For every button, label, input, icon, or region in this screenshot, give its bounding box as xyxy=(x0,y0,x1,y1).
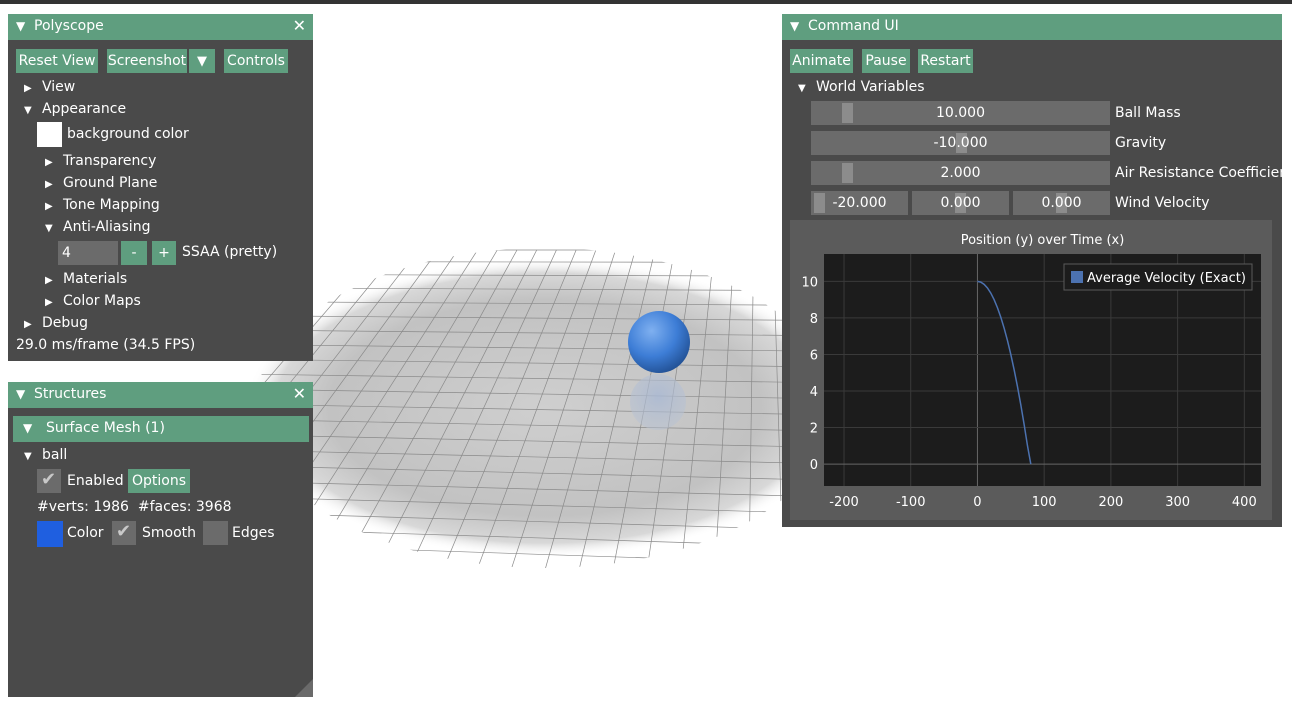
ssaa-label: SSAA (pretty) xyxy=(182,244,278,260)
command-ui-titlebar[interactable]: ▼ Command UI xyxy=(782,14,1282,40)
ground-plane xyxy=(245,243,845,573)
pause-button[interactable]: Pause xyxy=(862,49,910,73)
color-label: Color xyxy=(67,525,104,541)
close-icon[interactable]: ✕ xyxy=(293,384,306,403)
edges-checkbox[interactable] xyxy=(203,521,228,545)
y-tick-label: 2 xyxy=(810,422,818,437)
structures-titlebar[interactable]: ▼ Structures ✕ xyxy=(8,382,313,408)
y-tick-label: 6 xyxy=(810,348,818,363)
enabled-label: Enabled xyxy=(67,473,124,489)
panel-title: Command UI xyxy=(808,18,899,34)
fps-readout: 29.0 ms/frame (34.5 FPS) xyxy=(16,337,196,353)
x-tick-label: 300 xyxy=(1165,495,1190,510)
collapse-triangle-icon[interactable]: ▼ xyxy=(790,19,799,33)
y-tick-label: 4 xyxy=(810,385,818,400)
polyscope-panel: ▼ Polyscope ✕ Reset View Screenshot ▼ Co… xyxy=(8,14,313,361)
y-tick-label: 10 xyxy=(801,275,818,290)
tree-item-color-maps[interactable]: ▶ Color Maps xyxy=(45,291,141,311)
close-icon[interactable]: ✕ xyxy=(293,16,306,35)
x-tick-label: -200 xyxy=(829,495,859,510)
gravity-label: Gravity xyxy=(1115,135,1167,151)
command-ui-panel: ▼ Command UI Animate Pause Restart ▼ Worl… xyxy=(782,14,1282,527)
screenshot-dropdown-button[interactable]: ▼ xyxy=(189,49,215,73)
expand-arrow-icon: ▶ xyxy=(45,179,53,190)
checkmark-icon: ✔ xyxy=(41,469,57,490)
ssaa-input[interactable]: 4 xyxy=(58,241,118,265)
smooth-checkbox[interactable]: ✔ xyxy=(112,521,136,545)
collapse-arrow-icon: ▼ xyxy=(24,105,32,116)
ssaa-decrement-button[interactable]: - xyxy=(121,241,147,265)
expand-arrow-icon: ▶ xyxy=(45,157,53,168)
collapse-arrow-icon: ▼ xyxy=(798,83,806,94)
panel-title: Structures xyxy=(34,386,107,402)
wind-z-slider[interactable]: 0.000 xyxy=(1013,191,1110,215)
screenshot-button[interactable]: Screenshot xyxy=(107,49,187,73)
collapse-triangle-icon[interactable]: ▼ xyxy=(16,19,25,33)
smooth-label: Smooth xyxy=(142,525,197,541)
tree-item-world-variables[interactable]: ▼ World Variables xyxy=(798,77,925,97)
structures-panel: ▼ Structures ✕ ▼ Surface Mesh (1) ▼ ball … xyxy=(8,382,313,697)
legend-swatch xyxy=(1071,271,1083,283)
wind-velocity-label: Wind Velocity xyxy=(1115,195,1210,211)
x-tick-label: 0 xyxy=(973,495,981,510)
background-color-swatch[interactable] xyxy=(37,122,62,147)
surface-mesh-header[interactable]: ▼ Surface Mesh (1) xyxy=(13,416,309,442)
expand-arrow-icon: ▶ xyxy=(24,83,32,94)
tree-item-debug[interactable]: ▶ Debug xyxy=(24,313,88,333)
x-tick-label: 400 xyxy=(1232,495,1257,510)
tree-item-ball[interactable]: ▼ ball xyxy=(24,445,67,465)
gravity-slider[interactable]: -10.000 xyxy=(811,131,1110,155)
ball-reflection xyxy=(630,374,686,430)
controls-button[interactable]: Controls xyxy=(224,49,288,73)
reset-view-button[interactable]: Reset View xyxy=(16,49,98,73)
panel-title: Polyscope xyxy=(34,18,104,34)
collapse-arrow-icon: ▼ xyxy=(24,451,32,462)
tree-item-tone-mapping[interactable]: ▶ Tone Mapping xyxy=(45,195,160,215)
collapse-triangle-icon[interactable]: ▼ xyxy=(16,387,25,401)
air-resistance-slider[interactable]: 2.000 xyxy=(811,161,1110,185)
chart-title: Position (y) over Time (x) xyxy=(961,233,1125,248)
enabled-checkbox[interactable]: ✔ xyxy=(37,469,61,493)
polyscope-titlebar[interactable]: ▼ Polyscope ✕ xyxy=(8,14,313,40)
ball-mass-label: Ball Mass xyxy=(1115,105,1181,121)
y-tick-label: 8 xyxy=(810,312,818,327)
position-plot[interactable]: Position (y) over Time (x) -200 -100 0 100 20… xyxy=(790,220,1272,520)
plot-canvas[interactable]: Position (y) over Time (x)-200 -100 0 100 20… xyxy=(790,220,1272,520)
collapse-arrow-icon: ▼ xyxy=(45,223,53,234)
edges-label: Edges xyxy=(232,525,275,541)
tree-item-view[interactable]: ▶ View xyxy=(24,77,75,97)
expand-arrow-icon: ▶ xyxy=(45,275,53,286)
tree-item-appearance[interactable]: ▼ Appearance xyxy=(24,99,126,119)
animate-button[interactable]: Animate xyxy=(790,49,853,73)
restart-button[interactable]: Restart xyxy=(918,49,973,73)
ball-mass-slider[interactable]: 10.000 xyxy=(811,101,1110,125)
x-tick-label: 100 xyxy=(1032,495,1057,510)
resize-grip[interactable] xyxy=(295,679,313,697)
x-tick-label: -100 xyxy=(896,495,926,510)
mesh-color-swatch[interactable] xyxy=(37,521,63,547)
collapse-arrow-icon: ▼ xyxy=(23,421,33,435)
wind-x-slider[interactable]: -20.000 xyxy=(811,191,908,215)
tree-item-materials[interactable]: ▶ Materials xyxy=(45,269,127,289)
options-button[interactable]: Options xyxy=(128,469,190,493)
expand-arrow-icon: ▶ xyxy=(45,297,53,308)
ssaa-increment-button[interactable]: + xyxy=(152,241,176,265)
background-color-label: background color xyxy=(67,126,189,142)
chart-legend: Average Velocity (Exact) xyxy=(1063,263,1253,291)
mesh-stats: #verts: 1986 #faces: 3968 xyxy=(37,499,232,515)
y-tick-label: 0 xyxy=(810,458,818,473)
tree-item-ground-plane[interactable]: ▶ Ground Plane xyxy=(45,173,157,193)
chevron-down-icon: ▼ xyxy=(197,54,207,69)
tree-item-transparency[interactable]: ▶ Transparency xyxy=(45,151,156,171)
tree-item-anti-aliasing[interactable]: ▼ Anti-Aliasing xyxy=(45,217,150,237)
expand-arrow-icon: ▶ xyxy=(45,201,53,212)
checkmark-icon: ✔ xyxy=(116,521,132,542)
expand-arrow-icon: ▶ xyxy=(24,319,32,330)
air-resistance-label: Air Resistance Coefficien xyxy=(1115,165,1282,181)
wind-y-slider[interactable]: 0.000 xyxy=(912,191,1009,215)
ball-mesh[interactable] xyxy=(628,311,690,373)
x-tick-label: 200 xyxy=(1098,495,1123,510)
legend-label: Average Velocity (Exact) xyxy=(1087,271,1246,286)
